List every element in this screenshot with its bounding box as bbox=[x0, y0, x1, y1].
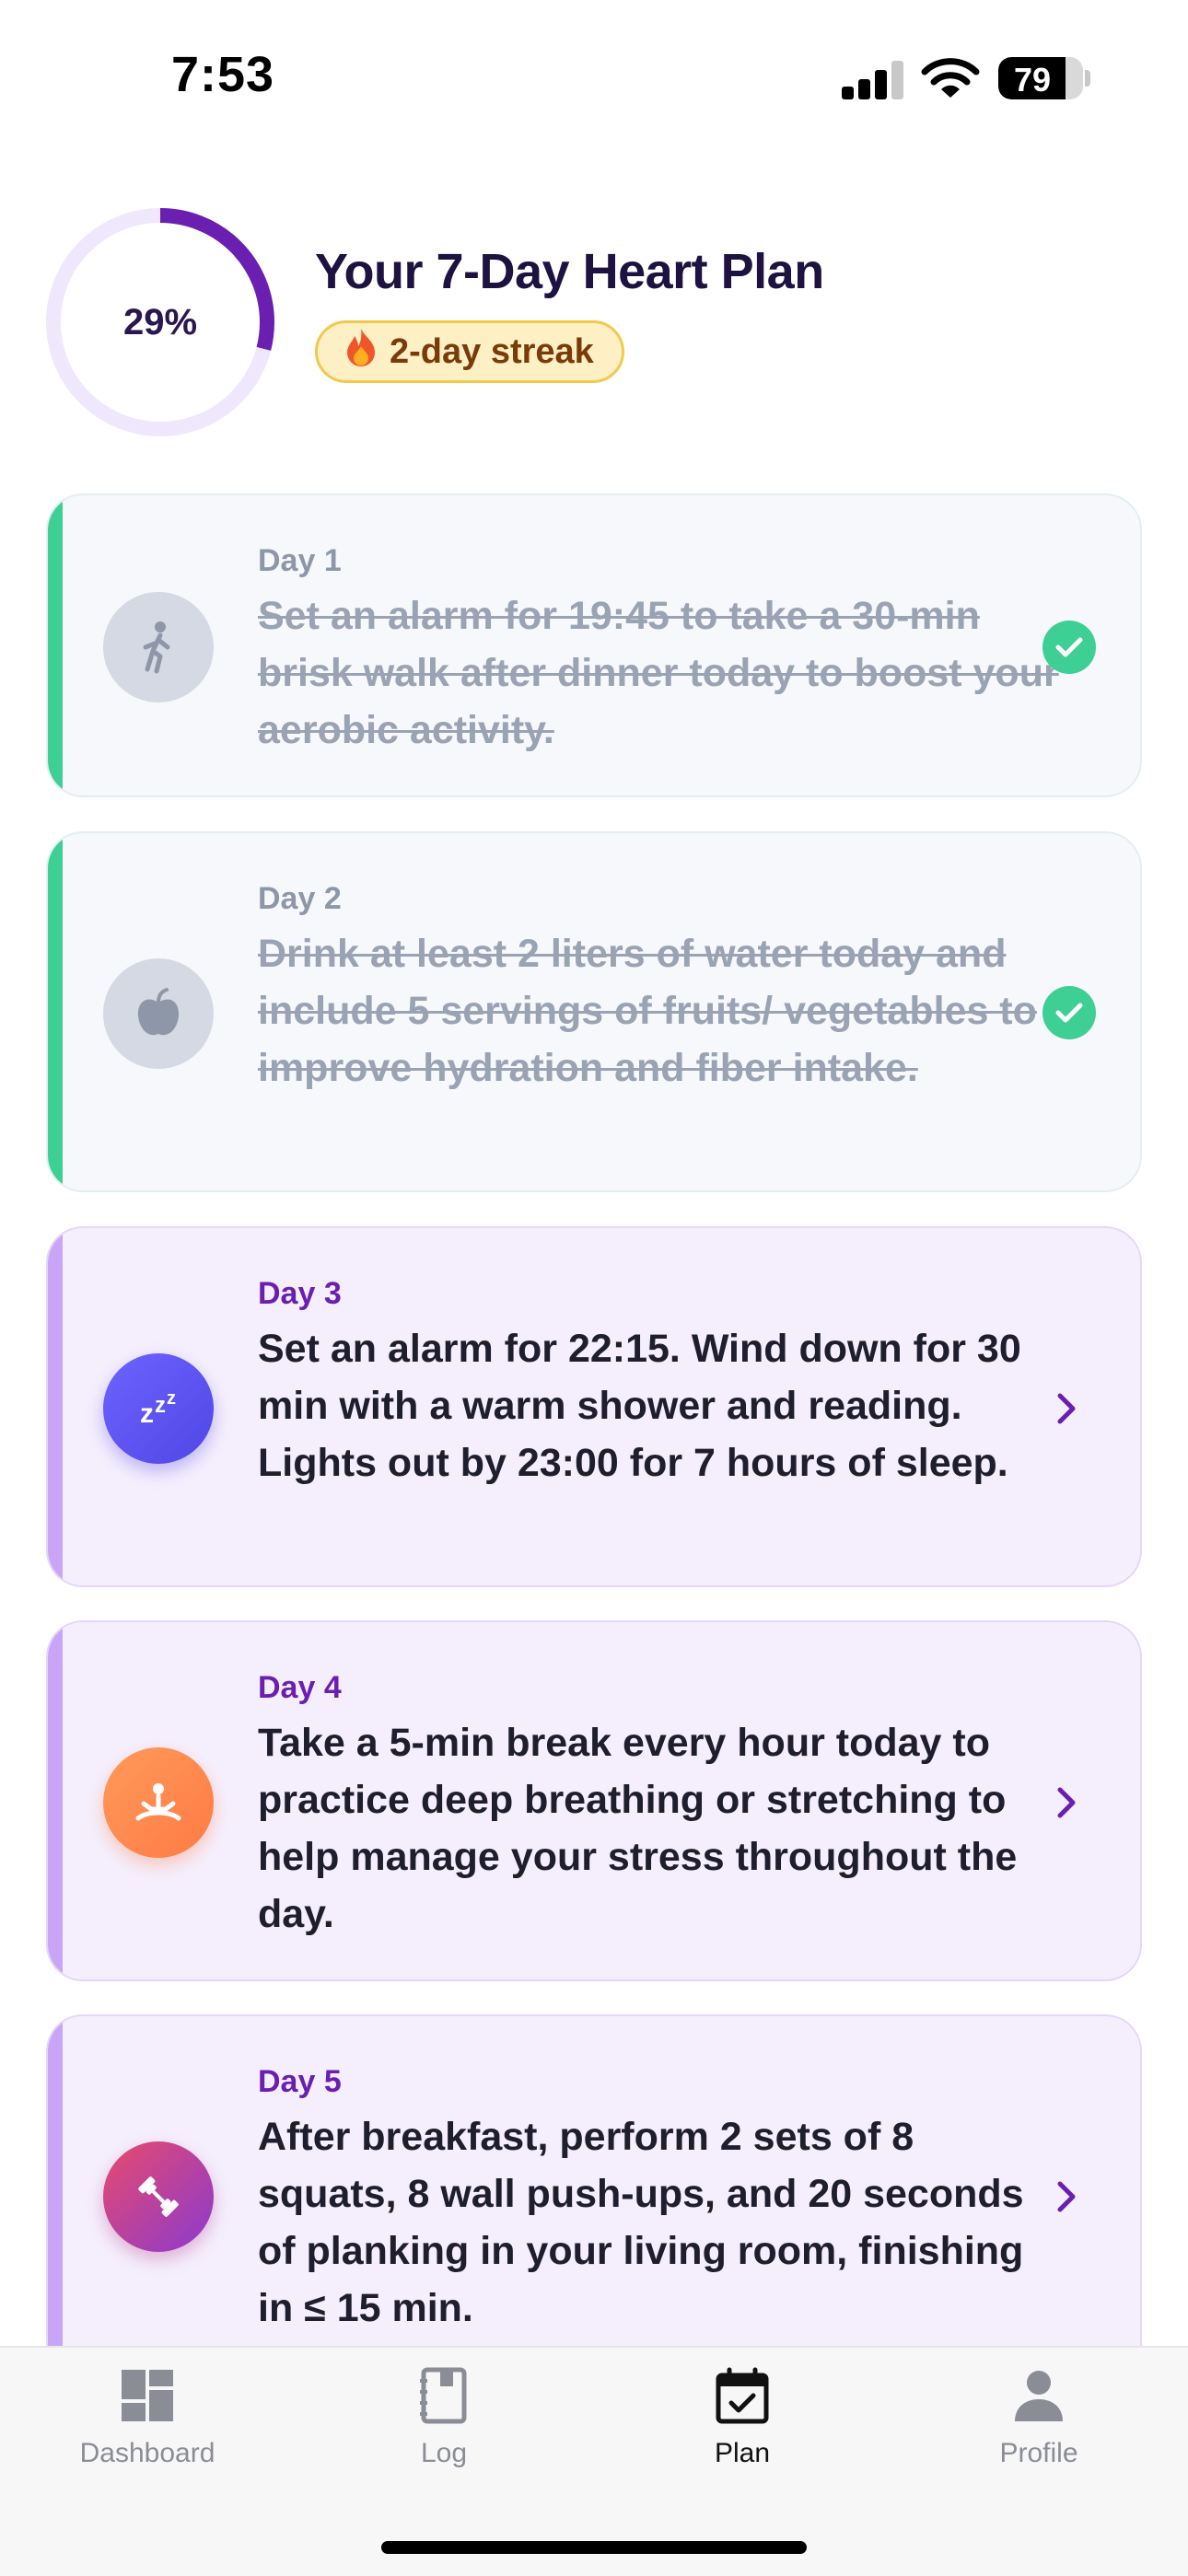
card-status-bar bbox=[48, 2016, 63, 2399]
task-description: After breakfast, perform 2 sets of 8 squ… bbox=[258, 2115, 1024, 2330]
status-time: 7:53 bbox=[171, 47, 275, 102]
task-card-day-5[interactable]: Day 5 After breakfast, perform 2 sets of… bbox=[46, 2014, 1142, 2401]
dumbbell-icon bbox=[103, 2141, 214, 2252]
card-status-bar bbox=[48, 1622, 63, 1979]
cellular-signal-icon bbox=[842, 61, 903, 99]
card-status-bar bbox=[48, 833, 63, 1190]
wifi-icon bbox=[921, 58, 980, 98]
status-bar: 7:53 79 bbox=[0, 0, 1188, 157]
fire-icon bbox=[345, 328, 377, 376]
walking-icon bbox=[103, 592, 214, 702]
task-card-day-2[interactable]: Day 2 Drink at least 2 liters of water t… bbox=[46, 831, 1142, 1192]
battery-cap bbox=[1085, 70, 1090, 87]
page-title: Your 7-Day Heart Plan bbox=[315, 244, 824, 299]
notebook-icon bbox=[420, 2367, 467, 2424]
task-day-label: Day 4 bbox=[258, 1670, 342, 1705]
tab-label: Dashboard bbox=[79, 2438, 215, 2468]
check-circle-icon bbox=[1042, 621, 1096, 674]
streak-label: 2-day streak bbox=[390, 331, 594, 371]
tab-dashboard[interactable]: Dashboard bbox=[55, 2366, 239, 2469]
tab-log[interactable]: Log bbox=[352, 2366, 536, 2469]
tab-label: Profile bbox=[999, 2438, 1078, 2468]
tab-plan[interactable]: Plan bbox=[650, 2366, 834, 2469]
tab-profile[interactable]: Profile bbox=[947, 2366, 1131, 2469]
dashboard-icon bbox=[122, 2370, 173, 2421]
calendar-check-icon bbox=[716, 2367, 769, 2424]
task-card-day-4[interactable]: Day 4 Take a 5-min break every hour toda… bbox=[46, 1620, 1142, 1981]
task-card-day-1[interactable]: Day 1 Set an alarm for 19:45 to take a 3… bbox=[46, 493, 1142, 797]
tab-label: Plan bbox=[714, 2438, 771, 2468]
task-day-label: Day 2 bbox=[258, 881, 342, 916]
battery-icon: 79 bbox=[998, 57, 1083, 99]
card-status-bar bbox=[48, 1228, 63, 1585]
check-circle-icon bbox=[1042, 986, 1096, 1039]
task-card-day-3[interactable]: zzz Day 3 Set an alarm for 22:15. Wind d… bbox=[46, 1226, 1142, 1587]
task-description: Take a 5-min break every hour today to p… bbox=[258, 1721, 1018, 1936]
chevron-right-icon[interactable] bbox=[1048, 1390, 1085, 1427]
task-day-label: Day 5 bbox=[258, 2064, 342, 2099]
task-day-label: Day 3 bbox=[258, 1276, 342, 1311]
apple-icon bbox=[103, 958, 214, 1069]
person-icon bbox=[1015, 2371, 1063, 2421]
task-description: Set an alarm for 22:15. Wind down for 30… bbox=[258, 1327, 1021, 1485]
task-description: Drink at least 2 liters of water today a… bbox=[258, 932, 1037, 1090]
card-status-bar bbox=[48, 495, 63, 795]
chevron-right-icon[interactable] bbox=[1048, 2178, 1085, 2215]
task-day-label: Day 1 bbox=[258, 543, 342, 578]
streak-badge: 2-day streak bbox=[315, 320, 624, 383]
task-description: Set an alarm for 19:45 to take a 30-min … bbox=[258, 594, 1059, 752]
progress-percentage: 29% bbox=[122, 302, 198, 342]
home-indicator[interactable] bbox=[381, 2541, 807, 2554]
tab-label: Log bbox=[420, 2438, 468, 2468]
battery-level: 79 bbox=[1013, 61, 1052, 99]
chevron-right-icon[interactable] bbox=[1048, 1784, 1085, 1821]
meditation-icon bbox=[103, 1747, 214, 1858]
sleep-icon: zzz bbox=[103, 1353, 214, 1464]
